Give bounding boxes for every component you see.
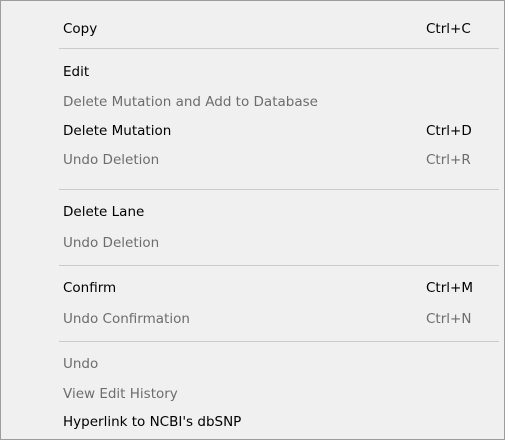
menu-item-label: Undo Confirmation (63, 311, 190, 327)
menu-item-confirm[interactable]: Confirm Ctrl+M (1, 275, 504, 301)
menu-item-delete-mutation-add-to-database: Delete Mutation and Add to Database (1, 89, 504, 115)
menu-item-label: Hyperlink to NCBI's dbSNP (63, 414, 242, 430)
context-menu: Copy Ctrl+C Edit Delete Mutation and Add… (0, 0, 505, 440)
menu-item-shortcut: Ctrl+D (426, 123, 472, 139)
menu-item-undo-deletion: Undo Deletion Ctrl+R (1, 147, 504, 173)
menu-item-hyperlink-ncbi-dbsnp[interactable]: Hyperlink to NCBI's dbSNP (1, 409, 504, 435)
menu-separator (59, 189, 499, 190)
menu-item-copy[interactable]: Copy Ctrl+C (1, 16, 504, 42)
menu-item-shortcut: Ctrl+N (426, 311, 472, 327)
menu-item-label: Copy (63, 21, 98, 37)
menu-item-view-edit-history: View Edit History (1, 381, 504, 407)
menu-item-edit[interactable]: Edit (1, 59, 504, 85)
menu-item-delete-lane[interactable]: Delete Lane (1, 199, 504, 225)
menu-item-delete-mutation[interactable]: Delete Mutation Ctrl+D (1, 118, 504, 144)
menu-item-label: Undo Deletion (63, 235, 160, 251)
menu-item-undo-confirmation: Undo Confirmation Ctrl+N (1, 306, 504, 332)
menu-item-shortcut: Ctrl+C (426, 21, 471, 37)
menu-item-shortcut: Ctrl+R (426, 152, 471, 168)
menu-item-label: Delete Mutation (63, 123, 172, 139)
menu-item-label: View Edit History (63, 386, 178, 402)
menu-item-label: Delete Lane (63, 204, 145, 220)
menu-item-label: Confirm (63, 280, 117, 296)
menu-separator (59, 341, 499, 342)
menu-separator (59, 265, 499, 266)
menu-item-label: Edit (63, 64, 90, 80)
menu-item-label: Undo (63, 356, 99, 372)
menu-item-undo: Undo (1, 351, 504, 377)
menu-item-label: Delete Mutation and Add to Database (63, 94, 318, 110)
menu-item-label: Undo Deletion (63, 152, 160, 168)
menu-separator (59, 48, 499, 49)
menu-item-shortcut: Ctrl+M (426, 280, 473, 296)
menu-item-undo-lane-deletion: Undo Deletion (1, 230, 504, 256)
